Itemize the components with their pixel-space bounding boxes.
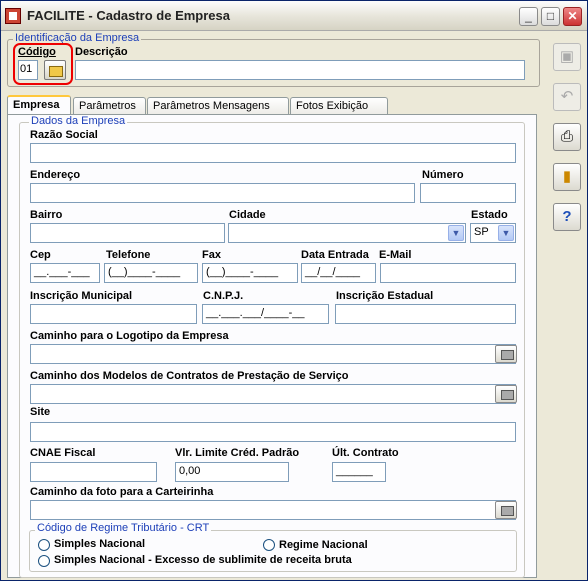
close-button[interactable]: ✕ — [563, 7, 582, 26]
browse-modelos-button[interactable] — [495, 385, 517, 403]
data-entrada-field[interactable]: __/__/____ — [301, 263, 376, 283]
telefone-field[interactable]: (__)____-____ — [104, 263, 198, 283]
radio-simples-nacional[interactable] — [38, 539, 50, 551]
search-codigo-button[interactable] — [44, 60, 66, 80]
cidade-label: Cidade — [229, 209, 266, 221]
radio-regime-nacional[interactable] — [263, 539, 275, 551]
tab-parametros[interactable]: Parâmetros — [73, 97, 146, 115]
email-field[interactable] — [380, 263, 516, 283]
logo-label: Caminho para o Logotipo da Empresa — [30, 330, 229, 342]
estado-value: SP — [474, 226, 489, 238]
descricao-field[interactable] — [75, 60, 525, 80]
print-button[interactable]: ⎙ — [553, 123, 581, 151]
save-button[interactable]: ▣ — [553, 43, 581, 71]
help-button[interactable]: ? — [553, 203, 581, 231]
chevron-down-icon[interactable]: ▼ — [448, 225, 464, 241]
help-icon: ? — [562, 208, 572, 225]
logo-path-field[interactable] — [30, 344, 516, 364]
foto-label: Caminho da foto para a Carteirinha — [30, 486, 214, 498]
bairro-label: Bairro — [30, 209, 63, 221]
cnae-label: CNAE Fiscal — [30, 447, 96, 459]
modelos-label: Caminho dos Modelos de Contratos de Pres… — [30, 370, 349, 382]
site-label: Site — [30, 406, 51, 418]
foto-path-field[interactable] — [30, 500, 516, 520]
descricao-label: Descrição — [75, 46, 128, 58]
insc-est-label: Inscrição Estadual — [336, 290, 434, 302]
cidade-select[interactable]: ▼ — [228, 223, 466, 243]
undo-icon: ↶ — [560, 88, 574, 105]
numero-field[interactable] — [420, 183, 516, 203]
ult-contrato-label: Últ. Contrato — [332, 447, 399, 459]
tab-empresa[interactable]: Empresa — [7, 95, 71, 116]
endereco-label: Endereço — [30, 169, 81, 181]
exit-button[interactable]: ▮ — [553, 163, 581, 191]
limite-label: Vlr. Limite Créd. Padrão — [175, 447, 300, 459]
telefone-label: Telefone — [106, 249, 151, 261]
exit-icon: ▮ — [562, 168, 572, 185]
site-field[interactable] — [30, 422, 516, 442]
numero-label: Número — [422, 169, 464, 181]
tab-parametros-mensagens[interactable]: Parâmetros Mensagens — [147, 97, 289, 115]
crt-legend: Código de Regime Tributário - CRT — [35, 522, 212, 534]
bairro-field[interactable] — [30, 223, 225, 243]
razao-field[interactable] — [30, 143, 516, 163]
chevron-down-icon[interactable]: ▼ — [498, 225, 514, 241]
title-bar[interactable]: FACILITE - Cadastro de Empresa _ □ ✕ — [1, 1, 587, 31]
insc-mun-label: Inscrição Municipal — [30, 290, 133, 302]
main-window: FACILITE - Cadastro de Empresa _ □ ✕ Ide… — [0, 0, 588, 581]
window-title: FACILITE - Cadastro de Empresa — [27, 8, 230, 23]
insc-mun-field[interactable] — [30, 304, 197, 324]
endereco-field[interactable] — [30, 183, 415, 203]
limite-field[interactable]: 0,00 — [175, 462, 289, 482]
maximize-button[interactable]: □ — [541, 7, 560, 26]
cep-label: Cep — [30, 249, 51, 261]
app-icon — [5, 8, 21, 24]
fax-field[interactable]: (__)____-____ — [202, 263, 298, 283]
simples-nacional-label: Simples Nacional — [54, 538, 146, 550]
browse-logo-button[interactable] — [495, 345, 517, 363]
minimize-button[interactable]: _ — [519, 7, 538, 26]
email-label: E-Mail — [379, 249, 412, 261]
ult-contrato-field[interactable]: ______ — [332, 462, 386, 482]
radio-simples-excesso[interactable] — [38, 555, 50, 567]
tab-fotos-exibicao[interactable]: Fotos Exibição — [290, 97, 388, 115]
estado-label: Estado — [471, 209, 508, 221]
save-icon: ▣ — [559, 48, 575, 65]
regime-nacional-label: Regime Nacional — [279, 539, 368, 551]
codigo-label: Código — [18, 46, 56, 58]
undo-button[interactable]: ↶ — [553, 83, 581, 111]
data-entrada-label: Data Entrada — [301, 249, 369, 261]
simples-excesso-label: Simples Nacional - Excesso de sublimite … — [54, 554, 352, 566]
cnae-field[interactable] — [30, 462, 157, 482]
cep-field[interactable]: __.___-___ — [30, 263, 100, 283]
estado-select[interactable]: SP ▼ — [470, 223, 516, 243]
browse-foto-button[interactable] — [495, 501, 517, 519]
cnpj-field[interactable]: __.___.___/____-__ — [202, 304, 329, 324]
insc-est-field[interactable] — [335, 304, 516, 324]
print-icon: ⎙ — [560, 128, 573, 145]
cnpj-label: C.N.P.J. — [203, 290, 244, 302]
fax-label: Fax — [202, 249, 221, 261]
dados-legend: Dados da Empresa — [29, 115, 128, 127]
codigo-field[interactable]: 01 — [18, 60, 38, 80]
razao-label: Razão Social — [30, 129, 98, 141]
modelos-path-field[interactable] — [30, 384, 516, 404]
